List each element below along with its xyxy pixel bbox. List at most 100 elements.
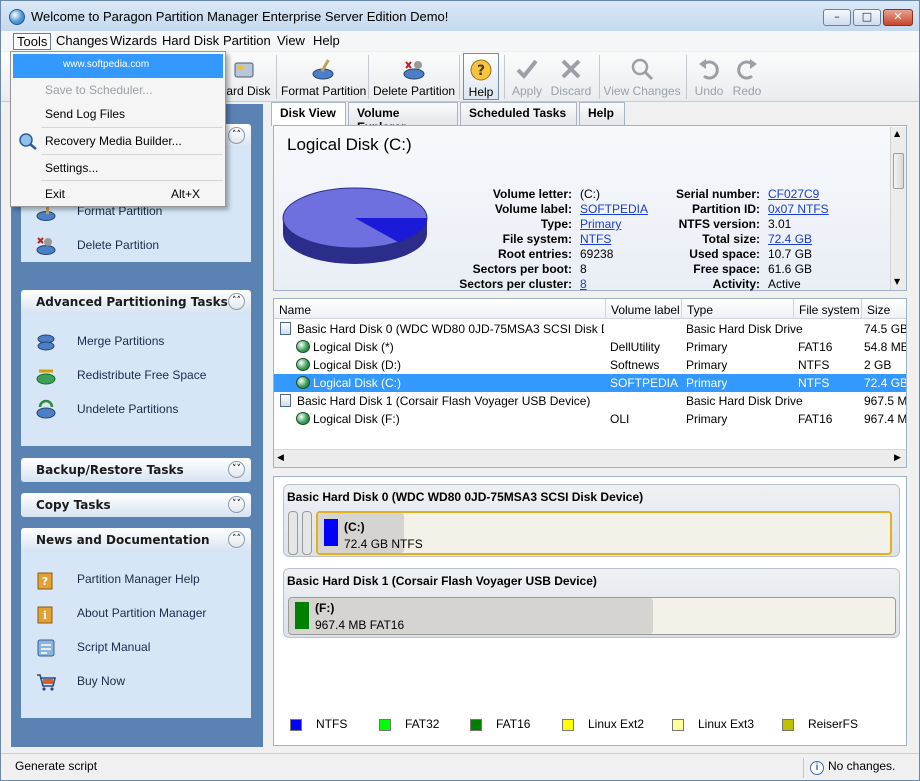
prop-value[interactable]: 0x07 NTFS	[768, 202, 829, 216]
prop-value[interactable]: 72.4 GB	[768, 232, 812, 246]
menu-hard-disk[interactable]: Hard Disk	[159, 33, 222, 50]
usage-pie-chart	[282, 187, 428, 264]
tree-row[interactable]: Basic Hard Disk 1 (Corsair Flash Voyager…	[274, 392, 906, 410]
tree-cell-name: Basic Hard Disk 0 (WDC WD80 0JD-75MSA3 S…	[297, 322, 604, 336]
menu-item-settings[interactable]: Settings...	[13, 156, 223, 180]
view-tabs: Disk View Volume Explorer Scheduled Task…	[271, 102, 919, 134]
redistribute-free-space-icon	[36, 369, 56, 385]
tree-cell-name: Basic Hard Disk 1 (Corsair Flash Voyager…	[297, 394, 591, 408]
menu-item-save-to-scheduler[interactable]: Save to Scheduler...	[13, 78, 223, 102]
delete-partition-button[interactable]: Delete Partition	[373, 53, 455, 100]
prop-value[interactable]: 8	[580, 277, 587, 291]
panel-news: ? Partition Manager Help i About Partiti…	[21, 552, 251, 718]
legend-swatch	[562, 719, 574, 731]
prop-value: (C:)	[580, 187, 600, 201]
collapse-icon[interactable]: ˄˄	[228, 127, 245, 144]
help-button[interactable]: ? Help	[463, 53, 499, 100]
expand-icon[interactable]: ˅˅	[228, 461, 245, 478]
partition-color-swatch	[324, 519, 338, 546]
format-partition-button[interactable]: Format Partition	[281, 53, 366, 100]
prop-value: 69238	[580, 247, 614, 261]
tree-horizontal-scrollbar[interactable]: ◀ ▶	[274, 449, 906, 467]
app-icon	[9, 9, 25, 25]
tree-row[interactable]: Logical Disk (F:) OLI Primary FAT16 967.4 MB	[274, 410, 906, 428]
undo-button[interactable]: Undo	[691, 53, 727, 100]
tree-cell-type: Primary	[686, 358, 728, 372]
format-partition-icon	[312, 59, 334, 80]
menu-item-recovery-media-builder[interactable]: Recovery Media Builder...	[13, 129, 223, 153]
legend-swatch	[470, 719, 482, 731]
prop-label: File system:	[502, 232, 572, 246]
legend-swatch	[672, 719, 684, 731]
tree-row[interactable]: Basic Hard Disk 0 (WDC WD80 0JD-75MSA3 S…	[274, 320, 906, 338]
tree-cell-label: Softnews	[610, 358, 660, 372]
shopping-cart-icon	[37, 674, 57, 691]
menu-item-generate-script[interactable]: www.softpedia.com	[13, 54, 223, 78]
expand-icon[interactable]: ˅˅	[228, 496, 245, 513]
tree-row[interactable]: Logical Disk (D:) Softnews Primary NTFS 2 GB	[274, 356, 906, 374]
prop-value[interactable]: Primary	[580, 217, 621, 231]
collapse-icon[interactable]: ˄˄	[228, 293, 245, 310]
column-header-type[interactable]: Type	[682, 299, 794, 319]
minimize-button[interactable]: –	[823, 9, 851, 26]
prop-value[interactable]: NTFS	[580, 232, 611, 246]
menu-changes[interactable]: Changes	[53, 33, 111, 50]
tree-cell-fs: FAT16	[798, 340, 833, 354]
legend-swatch	[782, 719, 794, 731]
menu-wizards[interactable]: Wizards	[107, 33, 160, 50]
tree-cell-label: OLI	[610, 412, 630, 426]
discard-button[interactable]: Discard	[549, 53, 593, 100]
partition-block-hidden-1[interactable]	[288, 511, 298, 555]
properties-scrollbar[interactable]: ▲ ▼	[890, 127, 906, 290]
tree-row[interactable]: Logical Disk (*) DellUtility Primary FAT16 5…	[274, 338, 906, 356]
prop-value: 8	[580, 262, 587, 276]
tab-help[interactable]: Help	[579, 102, 625, 125]
tree-row[interactable]: Logical Disk (C:) SOFTPEDIA Primary NTFS 72.…	[274, 374, 906, 392]
partition-color-swatch	[295, 602, 309, 629]
close-button[interactable]: ✕	[883, 9, 913, 26]
prop-label: Total size:	[702, 232, 760, 246]
magnifier-icon	[631, 58, 654, 81]
menu-item-send-log-files[interactable]: Send Log Files	[13, 102, 223, 126]
hard-disk-icon	[280, 394, 291, 407]
prop-value[interactable]: CF027C9	[768, 187, 819, 201]
prop-label: Free space:	[693, 262, 760, 276]
view-changes-button[interactable]: View Changes	[603, 53, 681, 100]
tab-volume-explorer[interactable]: Volume Explorer	[348, 102, 458, 134]
maximize-button[interactable]: □	[853, 9, 881, 26]
hard-disk-icon	[234, 62, 254, 78]
menu-partition[interactable]: Partition	[220, 33, 274, 50]
tab-disk-view[interactable]: Disk View	[271, 102, 346, 126]
undelete-partitions-icon	[36, 399, 56, 419]
tree-cell-label: DellUtility	[610, 340, 661, 354]
panel-header-news[interactable]: News and Documentation ˄˄	[21, 528, 251, 552]
partition-block-hidden-2[interactable]	[302, 511, 312, 555]
disk-map-1: Basic Hard Disk 1 (Corsair Flash Voyager…	[283, 568, 900, 638]
menu-view[interactable]: View	[274, 33, 308, 50]
tree-cell-type: Primary	[686, 340, 728, 354]
column-header-volume-label[interactable]: Volume label	[606, 299, 682, 319]
menu-help[interactable]: Help	[310, 33, 343, 50]
apply-button[interactable]: Apply	[508, 53, 546, 100]
column-header-name[interactable]: Name	[274, 299, 606, 319]
menu-tools[interactable]: Tools	[13, 33, 52, 50]
partition-block-f[interactable]: (F:) 967.4 MB FAT16	[288, 597, 896, 635]
column-header-size[interactable]: Size	[862, 299, 906, 319]
panel-header-backup-restore[interactable]: Backup/Restore Tasks ˅˅	[21, 458, 251, 482]
partition-icon	[296, 340, 310, 353]
panel-advanced: Merge Partitions Redistribute Free Space…	[21, 314, 251, 446]
prop-value: 61.6 GB	[768, 262, 813, 276]
prop-label: Root entries:	[497, 247, 572, 261]
tree-cell-name: Logical Disk (F:)	[313, 412, 400, 426]
tree-cell-size: 54.8 MB	[864, 340, 907, 354]
partition-icon	[296, 412, 310, 425]
column-header-file-system[interactable]: File system	[794, 299, 862, 319]
panel-header-advanced[interactable]: Advanced Partitioning Tasks ˄˄	[21, 290, 251, 314]
undo-icon	[699, 59, 719, 80]
menu-item-exit[interactable]: Exit Alt+X	[13, 182, 223, 206]
redo-button[interactable]: Redo	[729, 53, 765, 100]
partition-block-c[interactable]: (C:) 72.4 GB NTFS	[316, 511, 892, 555]
panel-header-copy-tasks[interactable]: Copy Tasks ˅˅	[21, 493, 251, 517]
tab-scheduled-tasks[interactable]: Scheduled Tasks	[460, 102, 577, 125]
collapse-icon[interactable]: ˄˄	[228, 531, 245, 548]
